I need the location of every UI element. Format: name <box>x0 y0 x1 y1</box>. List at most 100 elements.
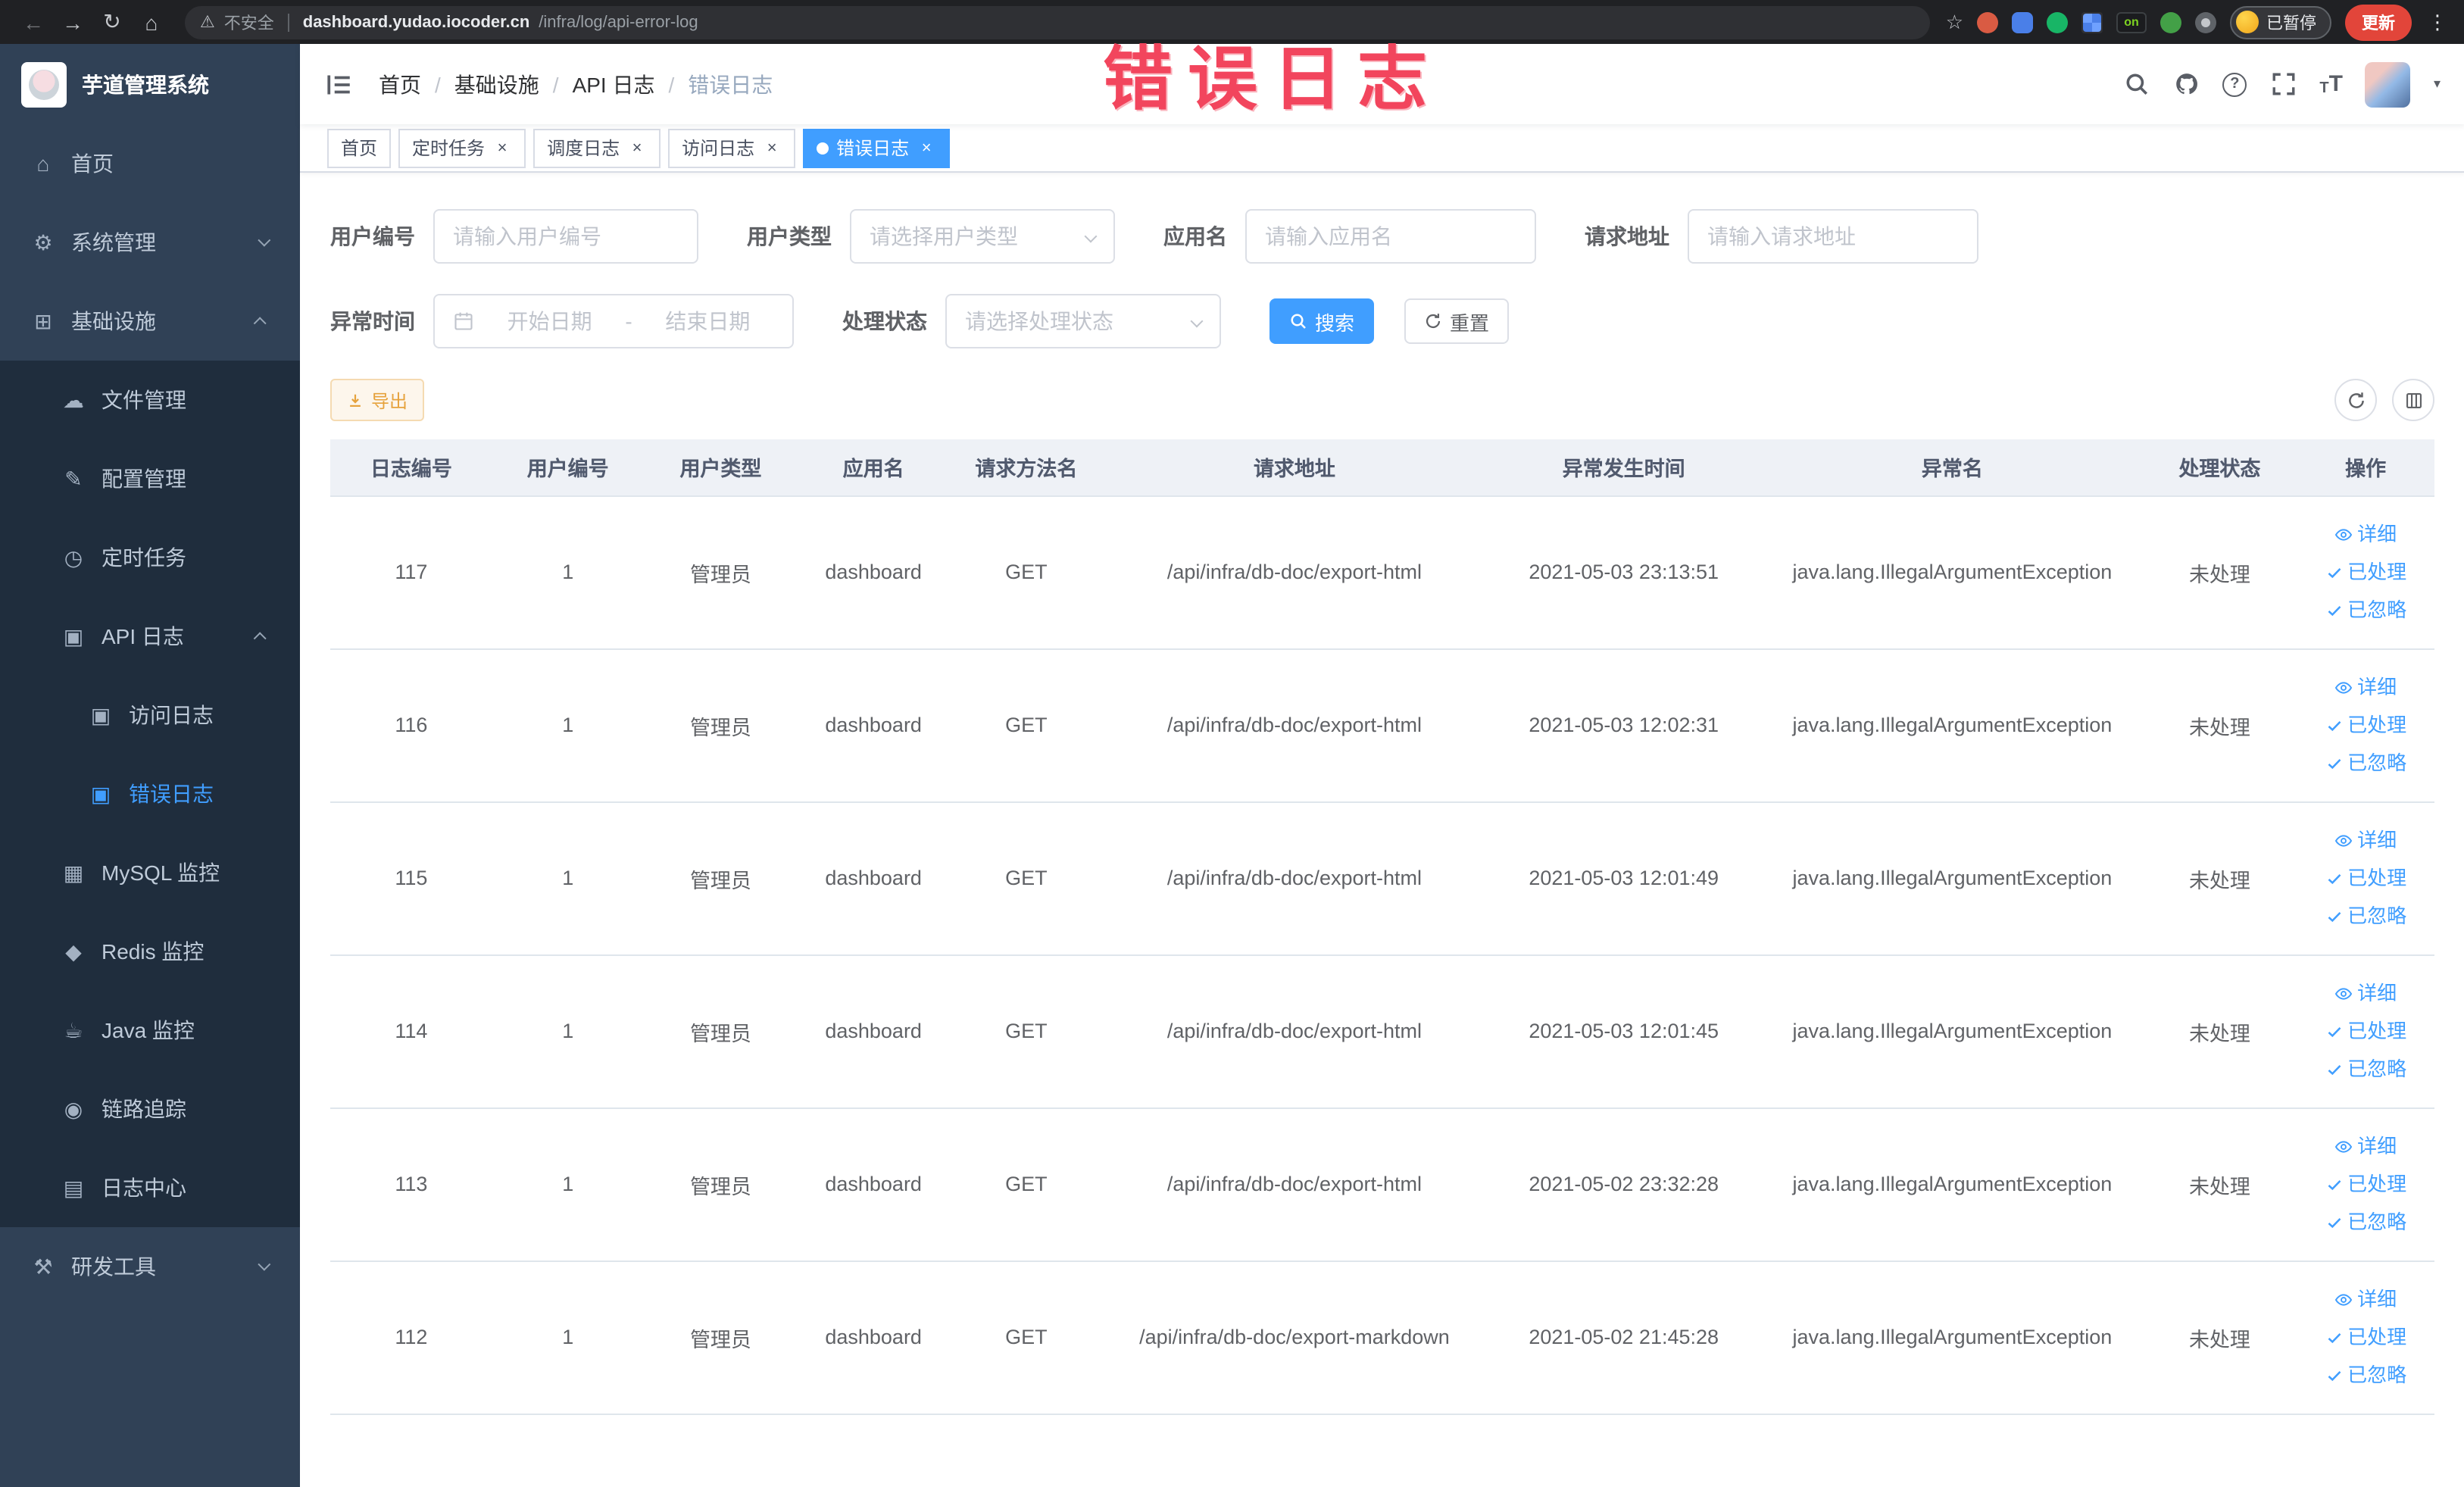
user-type-select[interactable]: 请选择用户类型 <box>850 209 1115 264</box>
close-icon[interactable]: × <box>492 138 512 158</box>
avatar[interactable] <box>2365 61 2411 107</box>
extension-on-badge[interactable]: on <box>2116 11 2147 33</box>
sidebar-item-file-management[interactable]: ☁ 文件管理 <box>0 361 300 439</box>
log-center-icon: ▤ <box>63 1175 84 1199</box>
sidebar-item-api-logs[interactable]: ▣ API 日志 <box>0 597 300 676</box>
mark-processed-link[interactable]: 已处理 <box>2303 1318 2428 1356</box>
detail-link[interactable]: 详细 <box>2303 974 2428 1012</box>
column-header: 用户编号 <box>492 439 644 496</box>
tab-access-log[interactable]: 访问日志 × <box>668 128 796 167</box>
search-icon <box>1289 312 1307 330</box>
sidebar-item-error-log[interactable]: ▣ 错误日志 <box>0 754 300 833</box>
browser-update-button[interactable]: 更新 <box>2345 4 2412 40</box>
refresh-button[interactable] <box>2334 379 2377 421</box>
check-icon <box>2325 1022 2343 1040</box>
clock-icon: ◷ <box>64 545 83 569</box>
browser-back-icon[interactable]: ← <box>15 5 52 39</box>
sidebar-item-config-management[interactable]: ✎ 配置管理 <box>0 439 300 518</box>
mark-processed-link[interactable]: 已处理 <box>2303 553 2428 591</box>
export-button[interactable]: 导出 <box>330 379 425 421</box>
detail-link[interactable]: 详细 <box>2303 1280 2428 1318</box>
request-url-input[interactable] <box>1688 209 1978 264</box>
search-icon[interactable] <box>2122 70 2150 98</box>
browser-reload-icon[interactable]: ↻ <box>94 5 130 39</box>
avatar-caret-icon[interactable]: ▾ <box>2434 76 2441 92</box>
browser-home-icon[interactable]: ⌂ <box>133 5 170 39</box>
tab-home[interactable]: 首页 <box>327 128 392 167</box>
mark-processed-link[interactable]: 已处理 <box>2303 706 2428 744</box>
security-warning-icon[interactable]: ⚠ <box>200 12 215 32</box>
close-icon[interactable]: × <box>917 138 936 158</box>
detail-link[interactable]: 详细 <box>2303 821 2428 859</box>
sidebar-item-home[interactable]: ⌂ 首页 <box>0 124 300 203</box>
mark-processed-link[interactable]: 已处理 <box>2303 859 2428 897</box>
filter-process-status: 处理状态 请选择处理状态 <box>842 294 1221 348</box>
screen: ← → ↻ ⌂ ⚠ 不安全 dashboard.yudao.iocoder.cn… <box>0 0 2464 1487</box>
tab-scheduled-jobs[interactable]: 定时任务 × <box>398 128 526 167</box>
filter-exception-time: 异常时间 开始日期 - 结束日期 <box>330 294 794 348</box>
help-icon[interactable]: ? <box>2222 72 2247 96</box>
detail-link[interactable]: 详细 <box>2303 515 2428 553</box>
extension-grid-icon[interactable] <box>2081 11 2103 33</box>
extension-paw-icon[interactable] <box>2195 11 2216 33</box>
sidebar-item-infrastructure[interactable]: ⊞ 基础设施 <box>0 282 300 361</box>
reset-button[interactable]: 重置 <box>1404 298 1510 344</box>
mark-ignored-link[interactable]: 已忽略 <box>2303 591 2428 629</box>
breadcrumb-home[interactable]: 首页 <box>379 69 421 99</box>
sidebar-item-java-monitor[interactable]: ☕ Java 监控 <box>0 991 300 1070</box>
app-name-input[interactable] <box>1245 209 1536 264</box>
address-bar[interactable]: ⚠ 不安全 dashboard.yudao.iocoder.cn/infra/l… <box>185 5 1931 39</box>
paused-chip[interactable]: 已暂停 <box>2230 5 2331 39</box>
column-header: 用户类型 <box>643 439 798 496</box>
extension-teal-icon[interactable] <box>2047 11 2068 33</box>
github-icon[interactable] <box>2172 70 2200 98</box>
sidebar-item-system-management[interactable]: ⚙ 系统管理 <box>0 203 300 282</box>
font-size-icon[interactable]: TT <box>2319 71 2343 97</box>
mark-ignored-link[interactable]: 已忽略 <box>2303 744 2428 782</box>
breadcrumb-api-logs[interactable]: API 日志 <box>573 69 655 99</box>
gear-icon: ⚙ <box>33 230 53 254</box>
navbar: 首页 / 基础设施 / API 日志 / 错误日志 ? TT ▾ <box>300 44 2464 124</box>
hamburger-icon[interactable] <box>324 69 354 99</box>
sidebar-item-trace[interactable]: ◉ 链路追踪 <box>0 1070 300 1148</box>
process-status-select[interactable]: 请选择处理状态 <box>945 294 1221 348</box>
extension-blue-icon[interactable] <box>2012 11 2033 33</box>
log-document-icon: ▣ <box>63 623 84 648</box>
close-icon[interactable]: × <box>762 138 782 158</box>
detail-link[interactable]: 详细 <box>2303 668 2428 706</box>
filter-row-1: 用户编号 用户类型 请选择用户类型 应用名 <box>330 209 2434 264</box>
logo[interactable]: 芋道管理系统 <box>0 44 300 124</box>
close-icon[interactable]: × <box>627 138 647 158</box>
tab-schedule-log[interactable]: 调度日志 × <box>533 128 661 167</box>
column-settings-button[interactable] <box>2392 379 2434 421</box>
mark-processed-link[interactable]: 已处理 <box>2303 1012 2428 1050</box>
extension-leaf-icon[interactable] <box>2160 11 2181 33</box>
sidebar-item-scheduled-jobs[interactable]: ◷ 定时任务 <box>0 518 300 597</box>
sidebar-item-access-log[interactable]: ▣ 访问日志 <box>0 676 300 754</box>
check-icon <box>2325 601 2343 619</box>
sidebar-item-mysql-monitor[interactable]: ▦ MySQL 监控 <box>0 833 300 912</box>
mark-processed-link[interactable]: 已处理 <box>2303 1165 2428 1203</box>
detail-link[interactable]: 详细 <box>2303 1127 2428 1165</box>
mark-ignored-link[interactable]: 已忽略 <box>2303 1050 2428 1088</box>
mark-ignored-link[interactable]: 已忽略 <box>2303 1203 2428 1241</box>
infrastructure-submenu: ☁ 文件管理 ✎ 配置管理 ◷ 定时任务 ▣ API 日志 ▣ 访问日志 ▣ 错… <box>0 361 300 1227</box>
extension-red-icon[interactable] <box>1977 11 1998 33</box>
tab-error-log[interactable]: 错误日志 × <box>803 128 951 167</box>
browser-forward-icon[interactable]: → <box>55 5 91 39</box>
bookmark-star-icon[interactable]: ☆ <box>1946 10 1963 34</box>
sidebar-item-redis-monitor[interactable]: ◆ Redis 监控 <box>0 912 300 991</box>
browser-menu-icon[interactable]: ⋮ <box>2425 10 2450 34</box>
sidebar-item-dev-tools[interactable]: ⚒ 研发工具 <box>0 1227 300 1306</box>
column-header: 异常发生时间 <box>1485 439 1763 496</box>
eye-icon <box>2334 1290 2353 1308</box>
mark-ignored-link[interactable]: 已忽略 <box>2303 897 2428 935</box>
date-range-picker[interactable]: 开始日期 - 结束日期 <box>433 294 794 348</box>
fullscreen-icon[interactable] <box>2269 70 2297 98</box>
breadcrumb-infrastructure[interactable]: 基础设施 <box>454 69 539 99</box>
user-id-input[interactable] <box>433 209 698 264</box>
sidebar-item-log-center[interactable]: ▤ 日志中心 <box>0 1148 300 1227</box>
security-label[interactable]: 不安全 <box>224 10 274 34</box>
mark-ignored-link[interactable]: 已忽略 <box>2303 1356 2428 1394</box>
search-button[interactable]: 搜索 <box>1269 298 1375 344</box>
